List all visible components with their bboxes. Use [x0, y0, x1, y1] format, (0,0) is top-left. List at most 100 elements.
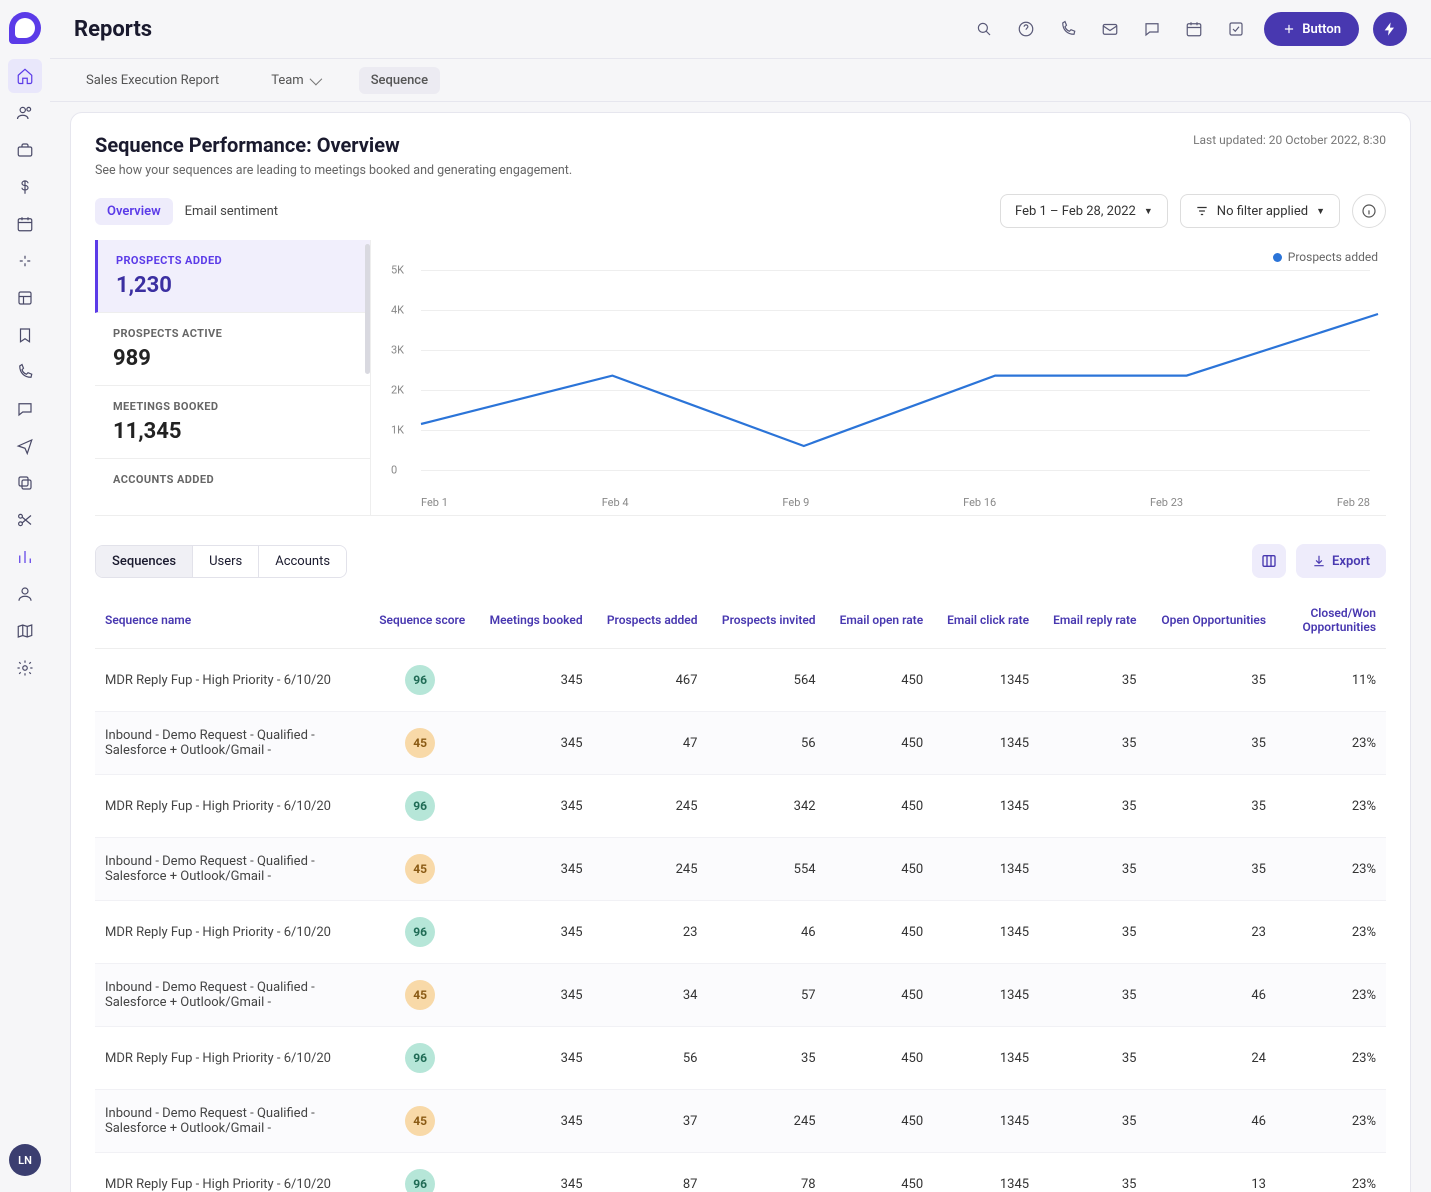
nav-calls[interactable]: [8, 355, 42, 389]
nav-user[interactable]: [8, 577, 42, 611]
stat-prospects-active[interactable]: Prospects active 989: [95, 313, 370, 386]
phone-icon: [16, 363, 34, 381]
table-row[interactable]: Inbound - Demo Request - Qualified - Sal…: [95, 964, 1386, 1027]
map-icon: [16, 622, 34, 640]
data-cell: 35: [1039, 649, 1146, 712]
bolt-button[interactable]: [1373, 12, 1407, 46]
table-row[interactable]: MDR Reply Fup - High Priority - 6/10/209…: [95, 1153, 1386, 1192]
tab-overview[interactable]: Overview: [95, 198, 173, 225]
schedule-button[interactable]: [1180, 15, 1208, 43]
score-cell: 45: [365, 1090, 475, 1153]
table-row[interactable]: MDR Reply Fup - High Priority - 6/10/209…: [95, 775, 1386, 838]
scissors-icon: [16, 511, 34, 529]
score-cell: 45: [365, 964, 475, 1027]
score-cell: 45: [365, 712, 475, 775]
data-cell: 37: [593, 1090, 708, 1153]
subnav-team[interactable]: Team: [259, 67, 331, 94]
data-cell: 345: [475, 775, 592, 838]
column-header[interactable]: Closed/Won Opportunities: [1276, 592, 1386, 649]
data-cell: 554: [708, 838, 826, 901]
data-cell: 1345: [933, 1090, 1039, 1153]
chat-icon: [16, 400, 34, 418]
score-pill: 96: [405, 665, 435, 695]
bookmark-icon: [16, 326, 34, 344]
tab-email-sentiment[interactable]: Email sentiment: [173, 198, 290, 225]
data-cell: 1345: [933, 649, 1039, 712]
chart-icon: [16, 548, 34, 566]
table-row[interactable]: MDR Reply Fup - High Priority - 6/10/209…: [95, 649, 1386, 712]
stat-meetings-booked[interactable]: Meetings booked 11,345: [95, 386, 370, 459]
data-cell: 35: [1146, 838, 1276, 901]
column-header[interactable]: Meetings booked: [475, 592, 592, 649]
sequence-name-cell: Inbound - Demo Request - Qualified - Sal…: [95, 1090, 365, 1153]
mail-button[interactable]: [1096, 15, 1124, 43]
data-cell: 23%: [1276, 964, 1386, 1027]
help-button[interactable]: [1012, 15, 1040, 43]
search-button[interactable]: [970, 15, 998, 43]
column-header[interactable]: Email open rate: [826, 592, 934, 649]
data-cell: 345: [475, 1090, 592, 1153]
x-tick-label: Feb 9: [782, 496, 809, 509]
user-avatar[interactable]: LN: [9, 1144, 41, 1176]
subnav-sequence[interactable]: Sequence: [359, 67, 440, 94]
nav-reports[interactable]: [8, 540, 42, 574]
nav-snippets[interactable]: [8, 503, 42, 537]
message-button[interactable]: [1138, 15, 1166, 43]
export-button[interactable]: Export: [1296, 544, 1386, 578]
table-tab-users[interactable]: Users: [192, 546, 258, 577]
app-logo[interactable]: [9, 12, 41, 44]
bolt-icon: [1382, 21, 1398, 37]
x-tick-label: Feb 4: [602, 496, 629, 509]
nav-chat[interactable]: [8, 392, 42, 426]
table-row[interactable]: MDR Reply Fup - High Priority - 6/10/209…: [95, 1027, 1386, 1090]
stat-prospects-added[interactable]: Prospects added 1,230: [95, 240, 370, 313]
nav-map[interactable]: [8, 614, 42, 648]
table-tab-sequences[interactable]: Sequences: [96, 546, 192, 577]
column-header[interactable]: Prospects added: [593, 592, 708, 649]
nav-send[interactable]: [8, 429, 42, 463]
nav-bookmark[interactable]: [8, 318, 42, 352]
column-header[interactable]: Sequence name: [95, 592, 365, 649]
nav-deals[interactable]: [8, 170, 42, 204]
subnav-sales-execution[interactable]: Sales Execution Report: [74, 67, 231, 94]
stat-accounts-added[interactable]: Accounts added: [95, 459, 370, 490]
main-area: Reports Button Sales Execution Report Te…: [50, 0, 1431, 1192]
column-header[interactable]: Email reply rate: [1039, 592, 1146, 649]
dialer-button[interactable]: [1054, 15, 1082, 43]
columns-button[interactable]: [1252, 544, 1286, 578]
nav-home[interactable]: [8, 59, 42, 93]
data-cell: 467: [593, 649, 708, 712]
nav-settings[interactable]: [8, 651, 42, 685]
column-header[interactable]: Prospects invited: [708, 592, 826, 649]
nav-pipeline[interactable]: [8, 244, 42, 278]
nav-people[interactable]: [8, 96, 42, 130]
data-cell: 35: [1146, 775, 1276, 838]
sequence-name-cell: Inbound - Demo Request - Qualified - Sal…: [95, 838, 365, 901]
data-cell: 345: [475, 964, 592, 1027]
data-cell: 564: [708, 649, 826, 712]
primary-button[interactable]: Button: [1264, 12, 1359, 46]
score-cell: 96: [365, 649, 475, 712]
table-tabs: Sequences Users Accounts: [95, 545, 347, 578]
nav-templates[interactable]: [8, 281, 42, 315]
column-header[interactable]: Open Opportunities: [1146, 592, 1276, 649]
nav-copy[interactable]: [8, 466, 42, 500]
nav-calendar[interactable]: [8, 207, 42, 241]
info-button[interactable]: [1352, 194, 1386, 228]
data-cell: 23: [1146, 901, 1276, 964]
table-row[interactable]: Inbound - Demo Request - Qualified - Sal…: [95, 838, 1386, 901]
filter-button[interactable]: No filter applied▼: [1180, 194, 1340, 228]
score-cell: 96: [365, 1027, 475, 1090]
table-row[interactable]: MDR Reply Fup - High Priority - 6/10/209…: [95, 901, 1386, 964]
column-header[interactable]: Sequence score: [365, 592, 475, 649]
score-pill: 96: [405, 791, 435, 821]
table-row[interactable]: Inbound - Demo Request - Qualified - Sal…: [95, 1090, 1386, 1153]
data-cell: 1345: [933, 1027, 1039, 1090]
copy-icon: [16, 474, 34, 492]
table-row[interactable]: Inbound - Demo Request - Qualified - Sal…: [95, 712, 1386, 775]
table-tab-accounts[interactable]: Accounts: [258, 546, 346, 577]
nav-briefcase[interactable]: [8, 133, 42, 167]
column-header[interactable]: Email click rate: [933, 592, 1039, 649]
date-range-picker[interactable]: Feb 1 – Feb 28, 2022▼: [1000, 194, 1168, 228]
task-button[interactable]: [1222, 15, 1250, 43]
